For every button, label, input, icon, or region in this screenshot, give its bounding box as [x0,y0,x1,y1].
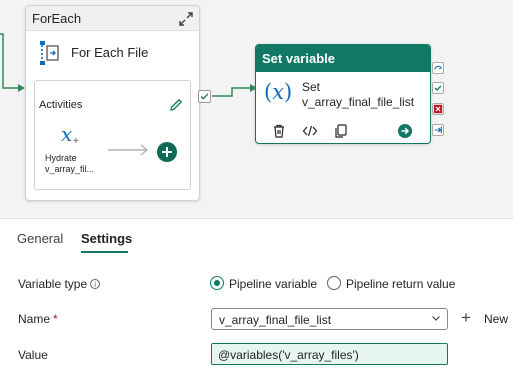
set-variable-name-label: v_array_final_file_list [302,95,415,109]
foreach-header: ForEach [26,6,199,31]
inner-activity-label[interactable]: Hydrate v_array_fil... [45,153,105,175]
name-label-text: Name [18,312,51,326]
pipeline-variable-radio[interactable] [210,276,224,290]
new-variable-label: New [484,312,509,326]
collapse-icon[interactable] [178,11,194,27]
name-label: Name * [18,312,58,326]
set-variable-type-label: Set [302,80,321,94]
required-marker: * [53,312,58,326]
variable-icon: (x) [264,80,293,104]
set-variable-activity[interactable]: Set variable (x) Set v_array_final_file_… [255,44,431,144]
foreach-name: For Each File [71,45,149,60]
active-tab-indicator [81,251,128,253]
tab-settings[interactable]: Settings [81,231,132,246]
inner-activity-label-line2: v_array_fil... [45,164,95,174]
variable-name-select[interactable]: v_array_final_file_list [211,308,448,330]
plus-small-icon: + [73,136,79,147]
completion-output-icon[interactable] [432,124,444,136]
variable-type-label: Variable type i [18,277,101,291]
plus-icon: + [461,308,471,327]
skip-output-icon[interactable] [432,62,444,74]
panel-divider [0,218,513,219]
new-variable-button[interactable]: + New [461,308,513,328]
pipeline-return-value-label[interactable]: Pipeline return value [346,277,455,291]
success-output-icon[interactable] [432,82,444,94]
code-icon[interactable] [302,123,318,139]
set-variable-header: Set variable [256,45,430,72]
inner-activity-label-line1: Hydrate [45,153,77,163]
value-label: Value [18,348,48,362]
info-icon[interactable]: i [90,279,101,289]
copy-icon[interactable] [333,123,349,139]
foreach-title: ForEach [32,11,82,26]
success-output-check-icon[interactable] [198,90,211,103]
activities-container[interactable]: Activities x + Hydrate v_array_fil... [34,80,191,190]
pencil-icon[interactable] [169,98,183,112]
value-expression-input[interactable]: @variables('v_array_files') [211,343,448,365]
pipeline-canvas[interactable]: ForEach For Each File Activities x + Hyd… [0,0,513,218]
variable-icon[interactable]: x [61,124,72,144]
success-connector [212,84,257,97]
tab-general[interactable]: General [17,231,63,246]
navigate-arrow-icon[interactable] [398,124,412,138]
arrow-right-icon [108,144,149,156]
value-expression-text: @variables('v_array_files') [218,348,359,362]
delete-icon[interactable] [271,123,287,139]
pipeline-return-value-radio[interactable] [327,276,341,290]
variable-name-value: v_array_final_file_list [219,313,332,327]
chevron-down-icon [432,316,440,321]
failure-output-icon[interactable] [432,103,444,115]
activities-title: Activities [39,99,83,111]
foreach-icon [40,41,59,65]
pipeline-variable-label[interactable]: Pipeline variable [229,277,317,291]
add-activity-button[interactable] [157,142,177,162]
activity-toolbar [256,123,430,141]
foreach-activity[interactable]: ForEach For Each File Activities x + Hyd… [25,5,200,201]
variable-type-label-text: Variable type [18,277,88,291]
